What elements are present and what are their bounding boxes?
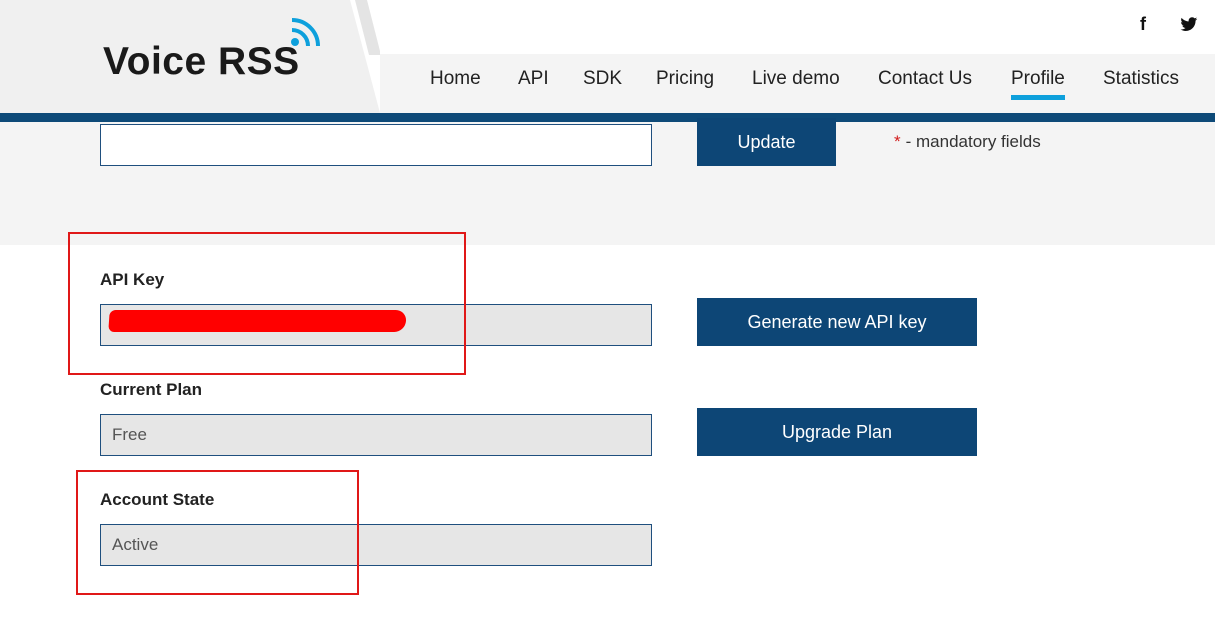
mandatory-fields-note: * - mandatory fields (894, 132, 1041, 152)
twitter-bird-icon (1180, 16, 1198, 31)
update-button[interactable]: Update (697, 118, 836, 166)
header-top-strip (380, 0, 1215, 54)
nav-item-live-demo[interactable]: Live demo (752, 68, 840, 90)
nav-item-api[interactable]: API (518, 68, 549, 90)
facebook-icon[interactable]: f (1128, 9, 1158, 39)
nav-item-home[interactable]: Home (430, 68, 481, 90)
current-plan-label: Current Plan (100, 380, 203, 399)
required-star: * (894, 132, 901, 151)
current-plan-field[interactable]: Free (100, 414, 652, 456)
nav-item-contact-us[interactable]: Contact Us (878, 68, 972, 90)
account-state-highlight-box (76, 470, 359, 595)
twitter-icon[interactable] (1174, 9, 1204, 39)
nav-item-pricing[interactable]: Pricing (656, 68, 714, 90)
profile-text-input[interactable] (100, 124, 652, 166)
nav-item-profile[interactable]: Profile (1011, 68, 1065, 100)
upgrade-plan-button[interactable]: Upgrade Plan (697, 408, 977, 456)
current-plan-value: Free (112, 425, 147, 444)
generate-api-key-button[interactable]: Generate new API key (697, 298, 977, 346)
api-key-highlight-box (68, 232, 466, 375)
wifi-signal-icon (291, 18, 320, 47)
mandatory-fields-text: - mandatory fields (905, 132, 1041, 151)
site-header: Voice RSS f Home API SDK Pricing Live de… (0, 0, 1215, 115)
nav-item-sdk[interactable]: SDK (583, 68, 622, 90)
facebook-glyph: f (1140, 13, 1146, 34)
main-nav: Home API SDK Pricing Live demo Contact U… (0, 68, 1215, 100)
header-accent-bar (0, 113, 1215, 122)
nav-item-statistics[interactable]: Statistics (1103, 68, 1179, 90)
